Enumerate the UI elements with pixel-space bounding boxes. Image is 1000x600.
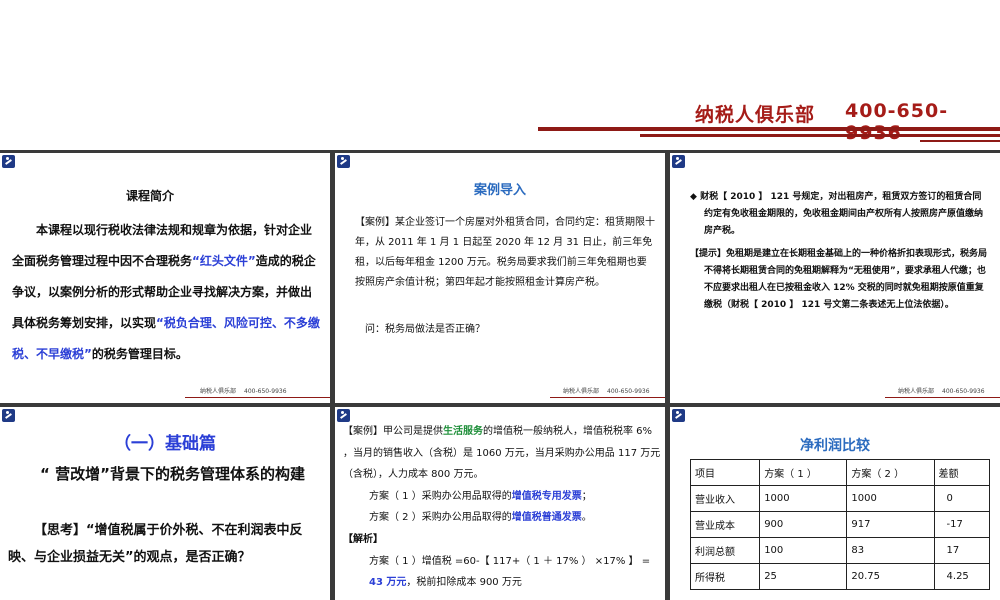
case-text: 【案例】某企业签订一个房屋对外租赁合同，合同约定：租赁期限十年，从 2011 年… bbox=[355, 217, 655, 288]
slide-logo-icon bbox=[2, 155, 15, 168]
highlight-text: 生活服务 bbox=[443, 426, 483, 437]
slide-thumbnail-6[interactable]: 净利润比较 项目 方案（ 1 ）方案（ 2 ）差额 营业收入 1000 1000 0 营业成… bbox=[670, 407, 1000, 600]
table-cell: 25 bbox=[759, 563, 848, 590]
table-cell: 利润总额 bbox=[689, 537, 761, 564]
section-title: （一）基础篇 bbox=[114, 434, 216, 454]
slide-footer: 纳税人俱乐部 400-650-9936 bbox=[200, 386, 287, 395]
slide-thumbnail-2[interactable]: 案例导入 【案例】某企业签订一个房屋对外租赁合同，合同约定：租赁期限十年，从 2… bbox=[335, 153, 665, 403]
highlight-text: 43 万元 bbox=[369, 577, 407, 589]
highlight-text: 增值税普通发票 bbox=[511, 512, 582, 524]
table-header-cell: 方案（ 1 ） bbox=[759, 459, 848, 486]
option-text: 方案（ 2 ）采购办公用品取得的 bbox=[369, 512, 512, 524]
table-cell: 900 bbox=[759, 511, 848, 538]
think-text: 【思考】“增值税属于价外税、不在利润表中反映、与企业损益无关”的观点，是否正确？ bbox=[8, 523, 303, 565]
analysis-text: 方案（ 1 ）增值税 =60-【 117+（ 1 ＋ 17% ） ×17% 】 … bbox=[369, 555, 651, 567]
case-line: 【案例】甲公司是提供生活服务的增值税一般纳税人，增值税税率 6% ，当月的销售收… bbox=[343, 421, 665, 486]
option-line: 方案（ 1 ）采购办公用品取得的增值税专用发票； bbox=[343, 486, 665, 508]
highlight-text: 增值税专用发票 bbox=[511, 490, 582, 502]
option-text: 。 bbox=[581, 512, 592, 524]
table-cell: 营业收入 bbox=[689, 485, 761, 512]
diamond-bullet-icon: ◆ bbox=[690, 192, 697, 202]
question-text: 问：税务局做法是否正确？ bbox=[365, 324, 485, 335]
table-cell: 营业成本 bbox=[689, 511, 761, 538]
table-row: 营业收入 1000 1000 0 bbox=[689, 485, 991, 512]
table-cell: 所得税 bbox=[689, 563, 761, 590]
slide-footer: 纳税人俱乐部 400-650-9936 bbox=[563, 386, 650, 395]
table-cell: -17 bbox=[933, 511, 991, 538]
highlight-text: “红头文件” bbox=[192, 254, 256, 268]
footer-phone: 400-650-9936 bbox=[607, 388, 650, 395]
analysis-label: 【解析】 bbox=[343, 533, 383, 545]
slide-thumbnail-3[interactable]: ◆ 财税【 2010 】 121 号规定，对出租房产，租赁双方签订的租赁合同约定… bbox=[670, 153, 1000, 403]
header-rule bbox=[640, 134, 1000, 137]
header-rule bbox=[538, 127, 1000, 131]
profit-comparison-table: 项目 方案（ 1 ）方案（ 2 ）差额 营业收入 1000 1000 0 营业成本 900 91… bbox=[689, 459, 991, 590]
regulation-bullet: ◆ 财税【 2010 】 121 号规定，对出租房产，租赁双方签订的租赁合同约定… bbox=[690, 189, 990, 240]
footer-name: 纳税人俱乐部 bbox=[563, 388, 600, 395]
table-cell: 1000 bbox=[759, 485, 848, 512]
section-subtitle: “ 营改增”背景下的税务管理体系的构建 bbox=[40, 465, 305, 483]
hint-text: 【提示】免租期是建立在长期租金基础上的一种价格折扣表现形式，税务局不得将长期租赁… bbox=[690, 249, 988, 310]
regulation-text: ◆ 财税【 2010 】 121 号规定，对出租房产，租赁双方签订的租赁合同约定… bbox=[690, 189, 990, 314]
brand-phone: 400-650-9936 bbox=[845, 100, 949, 144]
table-cell: 917 bbox=[846, 511, 935, 538]
slide-footer: 纳税人俱乐部 400-650-9936 bbox=[898, 386, 985, 395]
slide-title: 净利润比较 bbox=[800, 438, 870, 454]
header-band: 纳税人俱乐部 400-650-9936 bbox=[0, 0, 1000, 150]
table-header-cell: 项目 bbox=[689, 459, 761, 486]
footer-rule bbox=[885, 397, 1000, 398]
table-cell: 1000 bbox=[846, 485, 935, 512]
slide-logo-icon bbox=[672, 155, 685, 168]
header-rule bbox=[920, 140, 1000, 142]
footer-rule bbox=[185, 397, 330, 398]
slide-thumbnail-1[interactable]: 课程简介 本课程以现行税收法律法规和规章为依据，针对企业全面税务管理过程中因不合… bbox=[0, 153, 330, 403]
footer-name: 纳税人俱乐部 bbox=[898, 388, 935, 395]
table-header-cell: 差额 bbox=[933, 459, 991, 486]
slide-title: 课程简介 bbox=[125, 189, 174, 203]
analysis-text: ，税前扣除成本 900 万元 bbox=[406, 577, 522, 589]
table-cell: 100 bbox=[759, 537, 848, 564]
slide-logo-icon bbox=[337, 155, 350, 168]
option-text: ； bbox=[581, 490, 592, 502]
think-question: 【思考】“增值税属于价外税、不在利润表中反映、与企业损益无关”的观点，是否正确？ bbox=[8, 517, 328, 571]
slide-title: 案例导入 bbox=[473, 183, 526, 198]
table-cell: 4.25 bbox=[933, 563, 991, 590]
option-text: 方案（ 1 ）采购办公用品取得的 bbox=[369, 490, 512, 502]
footer-rule bbox=[550, 397, 665, 398]
footer-name: 纳税人俱乐部 bbox=[200, 388, 237, 395]
footer-phone: 400-650-9936 bbox=[942, 388, 985, 395]
analysis-line: 方案（ 1 ）增值税 =60-【 117+（ 1 ＋ 17% ） ×17% 】 … bbox=[343, 551, 665, 594]
table-cell: 17 bbox=[933, 537, 991, 564]
slide-logo-icon bbox=[2, 409, 15, 422]
case-analysis-text: 【案例】甲公司是提供生活服务的增值税一般纳税人，增值税税率 6% ，当月的销售收… bbox=[343, 421, 665, 594]
slide-thumbnail-5[interactable]: 【案例】甲公司是提供生活服务的增值税一般纳税人，增值税税率 6% ，当月的销售收… bbox=[335, 407, 665, 600]
regulation-text: 财税【 2010 】 121 号规定，对出租房产，租赁双方签订的租赁合同约定有免… bbox=[700, 192, 984, 236]
brand-name: 纳税人俱乐部 bbox=[695, 104, 816, 126]
slide-thumbnail-4[interactable]: （一）基础篇 “ 营改增”背景下的税务管理体系的构建 【思考】“增值税属于价外税… bbox=[0, 407, 330, 600]
intro-text: 的税务管理目标。 bbox=[91, 347, 188, 361]
slide-logo-icon bbox=[672, 409, 685, 422]
table-cell: 0 bbox=[933, 485, 991, 512]
table-cell: 83 bbox=[846, 537, 935, 564]
table-row: 营业成本 900 917 -17 bbox=[689, 511, 991, 538]
table-row: 利润总额 100 83 17 bbox=[689, 537, 991, 564]
table-header-row: 项目 方案（ 1 ）方案（ 2 ）差额 bbox=[689, 459, 991, 486]
case-text: 【案例】甲公司是提供 bbox=[343, 426, 443, 437]
option-line: 方案（ 2 ）采购办公用品取得的增值税普通发票。 bbox=[343, 507, 665, 529]
table-header-cell: 方案（ 2 ） bbox=[846, 459, 935, 486]
table-row: 所得税 25 20.75 4.25 bbox=[689, 563, 991, 590]
course-intro-text: 本课程以现行税收法律法规和规章为依据，针对企业全面税务管理过程中因不合理税务“红… bbox=[12, 215, 322, 370]
table-cell: 20.75 bbox=[846, 563, 935, 590]
footer-phone: 400-650-9936 bbox=[244, 388, 287, 395]
